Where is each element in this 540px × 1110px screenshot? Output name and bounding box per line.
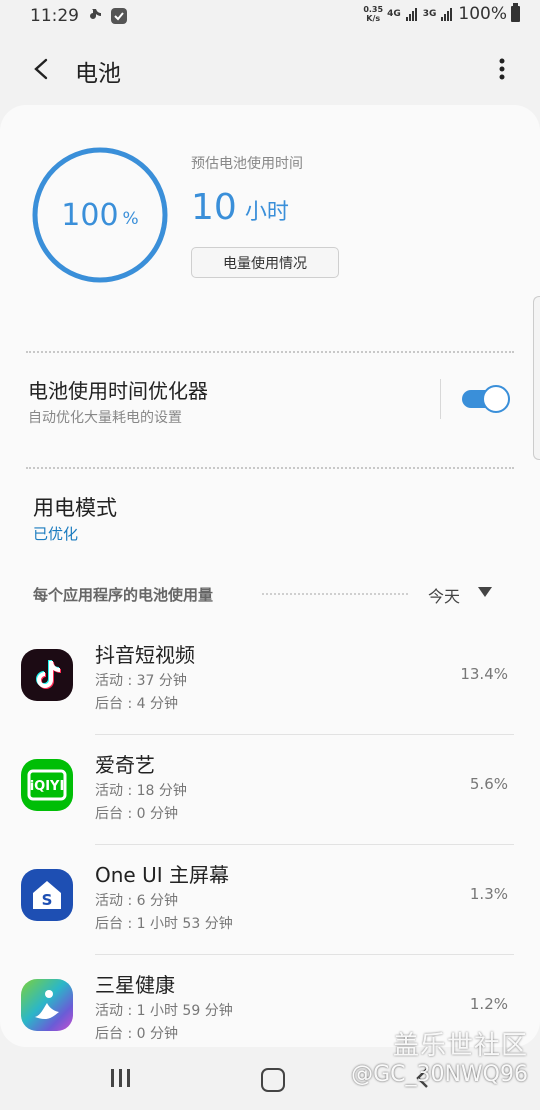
page-title: 电池 <box>75 61 121 87</box>
net-speed: 0.35 K/s <box>363 5 383 23</box>
battery-level-unit: % <box>122 209 139 229</box>
oneui-home-icon: S <box>21 869 73 921</box>
signal-icon-2 <box>441 8 453 21</box>
net-speed-value: 0.35 <box>363 5 384 14</box>
status-time: 11:29 <box>30 6 79 26</box>
battery-icon <box>511 3 520 22</box>
app-usage-percent: 1.3% <box>469 885 508 903</box>
app-usage-row[interactable]: iQIYI 爱奇艺 活动 : 18 分钟 后台 : 0 分钟 5.6% <box>0 735 540 845</box>
status-right: 0.35 K/s 4G 3G 100% <box>363 3 520 24</box>
signal-4g-label: 4G <box>387 9 401 19</box>
app-name: 爱奇艺 <box>95 753 155 777</box>
app-active-time: 活动 : 37 分钟 <box>95 673 187 689</box>
vertical-divider <box>440 379 441 419</box>
app-usage-percent: 5.6% <box>469 775 508 793</box>
battery-level-ring: 100 % <box>30 145 170 285</box>
battery-card: 100 % 预估电池使用时间 10 小时 电量使用情况 电池使用时间优化器 自动优… <box>0 105 540 1047</box>
estimate-value: 10 小时 <box>191 187 289 228</box>
app-header: 电池 <box>0 44 540 94</box>
battery-level-value: 100 <box>61 197 119 233</box>
app-usage-row[interactable]: 抖音短视频 活动 : 37 分钟 后台 : 4 分钟 13.4% <box>0 625 540 735</box>
optimizer-toggle[interactable] <box>462 384 510 413</box>
optimizer-subtitle: 自动优化大量耗电的设置 <box>28 410 182 426</box>
scrollbar-handle[interactable] <box>533 296 540 460</box>
app-active-time: 活动 : 18 分钟 <box>95 783 187 799</box>
app-usage-percent: 1.2% <box>469 995 508 1013</box>
battery-usage-button[interactable]: 电量使用情况 <box>191 247 339 278</box>
svg-text:iQIYI: iQIYI <box>30 779 65 794</box>
signal-3g-label: 3G <box>422 9 437 19</box>
douyin-icon <box>21 649 73 701</box>
dropdown-caret-icon[interactable] <box>478 587 492 597</box>
iqiyi-icon: iQIYI <box>21 759 73 811</box>
app-active-time: 活动 : 1 小时 59 分钟 <box>95 1003 233 1019</box>
divider <box>26 467 514 469</box>
notification-app-icon <box>90 9 101 19</box>
app-name: One UI 主屏幕 <box>95 863 229 887</box>
app-usage-percent: 13.4% <box>460 665 508 683</box>
watermark-title: 盖乐世社区 <box>392 1031 528 1061</box>
section-dots <box>262 593 408 595</box>
battery-level: 100 % <box>30 145 170 285</box>
optimizer-title[interactable]: 电池使用时间优化器 <box>28 375 208 404</box>
app-usage-row[interactable]: S One UI 主屏幕 活动 : 6 分钟 后台 : 1 小时 53 分钟 1… <box>0 845 540 955</box>
battery-percent: 100% <box>458 4 507 24</box>
estimate-number: 10 <box>191 187 237 228</box>
net-speed-unit: K/s <box>366 14 381 23</box>
signal-icon <box>405 8 417 21</box>
app-usage-label: 每个应用程序的电池使用量 <box>33 586 214 604</box>
power-mode-value: 已优化 <box>33 525 79 543</box>
power-mode-title[interactable]: 用电模式 <box>33 492 117 522</box>
estimate-label: 预估电池使用时间 <box>191 156 303 172</box>
app-active-time: 活动 : 6 分钟 <box>95 893 178 909</box>
app-name: 抖音短视频 <box>95 643 195 667</box>
notification-check-icon <box>111 8 127 24</box>
app-background-time: 后台 : 0 分钟 <box>95 806 178 822</box>
toggle-knob <box>482 385 510 413</box>
app-name: 三星健康 <box>95 973 175 997</box>
app-background-time: 后台 : 0 分钟 <box>95 1026 178 1042</box>
watermark-user: @GC_30NWQ96 <box>351 1062 528 1087</box>
recent-apps-icon[interactable] <box>111 1069 133 1089</box>
divider <box>26 351 514 353</box>
back-arrow-icon[interactable] <box>26 52 58 86</box>
period-filter[interactable]: 今天 <box>428 583 460 607</box>
app-background-time: 后台 : 4 分钟 <box>95 696 178 712</box>
home-icon[interactable] <box>261 1068 285 1092</box>
more-options-icon[interactable] <box>492 54 512 84</box>
app-background-time: 后台 : 1 小时 53 分钟 <box>95 916 233 932</box>
samsung-health-icon <box>21 979 73 1031</box>
estimate-unit: 小时 <box>244 200 289 225</box>
status-bar: 11:29 0.35 K/s 4G 3G 100% <box>0 0 540 34</box>
svg-text:S: S <box>42 891 53 909</box>
